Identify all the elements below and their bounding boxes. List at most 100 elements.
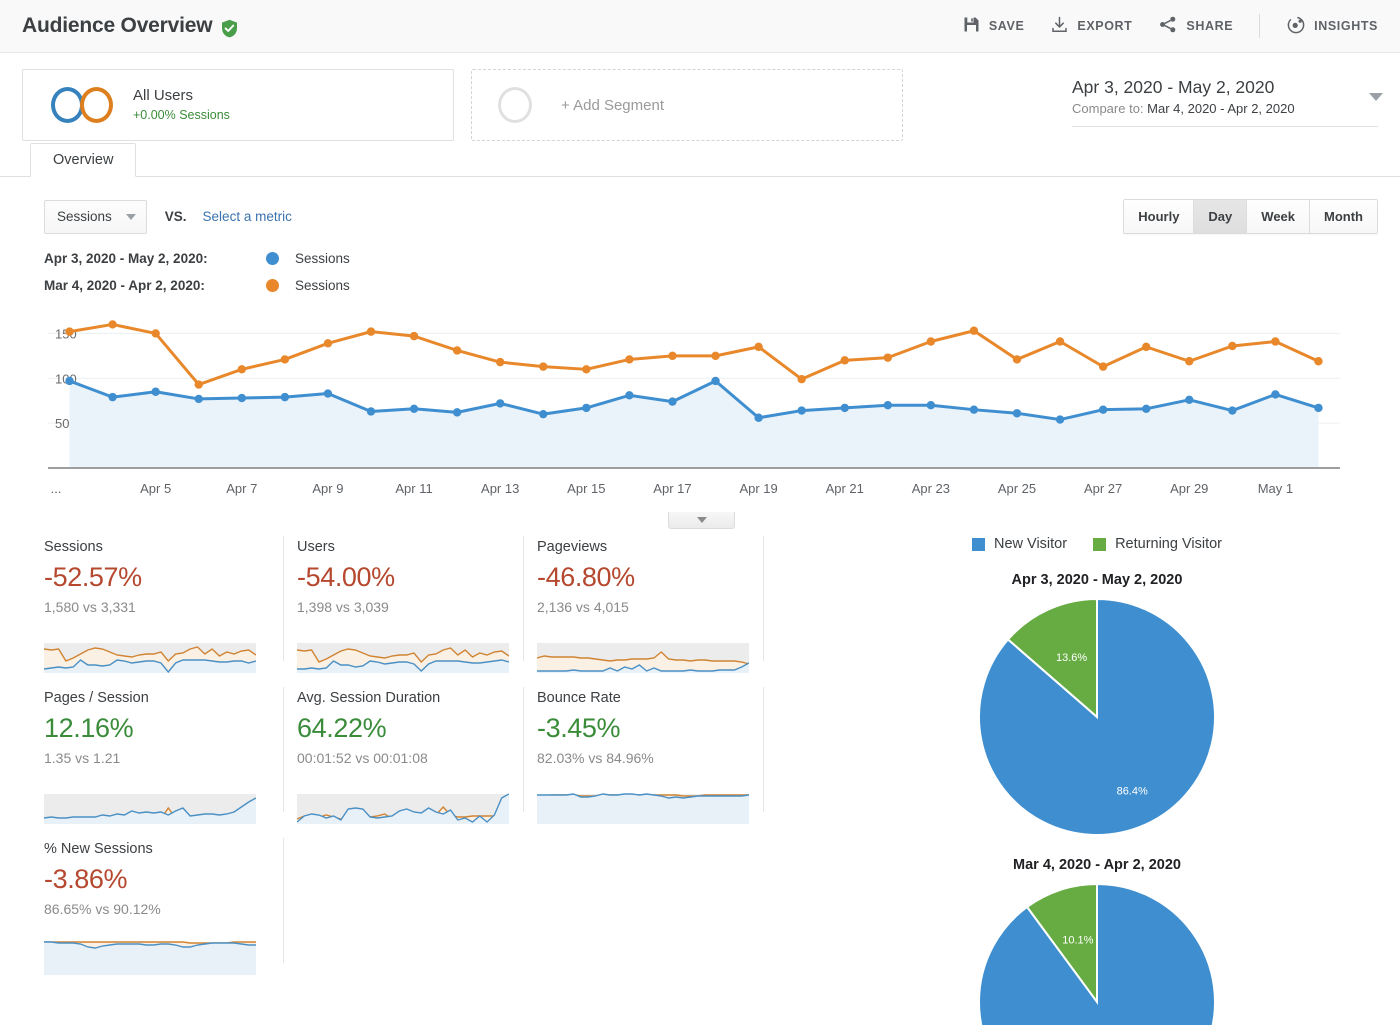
metric-select-value: Sessions [57, 209, 112, 224]
ring-orange-icon [80, 87, 113, 123]
svg-text:Apr 9: Apr 9 [312, 481, 343, 496]
svg-text:Apr 13: Apr 13 [481, 481, 519, 496]
select-a-metric-link[interactable]: Select a metric [203, 209, 292, 224]
page-header: Audience Overview SAVE EXPORT SHARE INSI… [0, 0, 1400, 53]
metric-card-sparkline [537, 793, 750, 824]
metric-card[interactable]: Bounce Rate -3.45% 82.03% vs 84.96% [524, 687, 764, 824]
svg-text:Apr 15: Apr 15 [567, 481, 605, 496]
empty-circle-icon [498, 87, 532, 123]
tab-overview[interactable]: Overview [30, 143, 137, 177]
share-icon [1159, 16, 1177, 36]
svg-text:Apr 19: Apr 19 [739, 481, 777, 496]
metric-card-sparkline [44, 941, 256, 975]
metric-card-row: Sessions -52.57% 1,580 vs 3,331 Users -54.00… [43, 536, 764, 687]
insights-button-label: INSIGHTS [1314, 19, 1378, 33]
add-segment-button[interactable]: + Add Segment [471, 69, 903, 141]
metric-card[interactable]: % New Sessions -3.86% 86.65% vs 90.12% [44, 838, 284, 975]
segment-sub: +0.00% Sessions [133, 108, 230, 122]
page-title: Audience Overview [22, 14, 213, 37]
save-icon [963, 16, 980, 36]
sessions-timeseries-chart[interactable]: 50 100 150... Apr 5 Apr 7 Apr 9 Apr 11 Apr 13 Ap… [0, 303, 1400, 503]
svg-text:Apr 17: Apr 17 [653, 481, 691, 496]
date-range-compare-prefix: Compare to: [1072, 101, 1148, 116]
metric-card-value: -54.00% [297, 562, 395, 592]
metric-card[interactable]: Pageviews -46.80% 2,136 vs 4,015 [524, 536, 764, 673]
date-range-compare: Compare to: Mar 4, 2020 - Apr 2, 2020 [1072, 99, 1378, 118]
svg-text:May 1: May 1 [1258, 481, 1293, 496]
segment-all-users[interactable]: All Users +0.00% Sessions [22, 69, 454, 141]
svg-text:86.4%: 86.4% [1117, 785, 1148, 797]
share-button[interactable]: SHARE [1159, 16, 1233, 36]
segment-bar: All Users +0.00% Sessions + Add Segment … [0, 53, 1400, 142]
svg-text:Apr 29: Apr 29 [1170, 481, 1208, 496]
header-actions: SAVE EXPORT SHARE INSIGHTS [936, 14, 1378, 38]
legend-dot-compare [266, 279, 279, 292]
metric-card[interactable]: Pages / Session 12.16% 1.35 vs 1.21 [43, 687, 284, 824]
metric-card-comparison: 82.03% vs 84.96% [537, 750, 654, 766]
export-button[interactable]: EXPORT [1051, 16, 1132, 36]
granularity-day[interactable]: Day [1194, 200, 1248, 233]
metric-card-value: -3.86% [44, 864, 128, 894]
metric-card[interactable]: Avg. Session Duration 64.22% 00:01:52 vs 0… [284, 687, 524, 824]
pie-chart-compare[interactable]: 10.1% [977, 882, 1217, 1025]
visitor-type-panel: New Visitor Returning Visitor Apr 3, 202… [764, 536, 1400, 1025]
metric-card-title: % New Sessions [44, 841, 153, 857]
segment-rings-icon [51, 87, 117, 123]
segment-name: All Users [133, 87, 194, 104]
chevron-down-icon [696, 517, 707, 523]
vs-label: VS. [164, 209, 187, 224]
metric-card-title: Pages / Session [44, 690, 149, 706]
insights-icon [1287, 16, 1305, 37]
date-range-picker[interactable]: Apr 3, 2020 - May 2, 2020 Compare to: Ma… [1072, 75, 1383, 127]
lower-section: Sessions -52.57% 1,580 vs 3,331 Users -54.00… [0, 536, 1400, 1025]
svg-text:...: ... [51, 481, 62, 496]
metric-card-value: 12.16% [44, 713, 134, 743]
pie-legend-new-visitor[interactable]: New Visitor [972, 536, 1067, 552]
pie-title-primary: Apr 3, 2020 - May 2, 2020 [1011, 572, 1183, 588]
legend-row-compare: Mar 4, 2020 - Apr 2, 2020: Sessions [44, 272, 1400, 299]
save-button[interactable]: SAVE [963, 16, 1025, 36]
metric-card-comparison: 00:01:52 vs 00:01:08 [297, 750, 428, 766]
granularity-month[interactable]: Month [1310, 200, 1377, 233]
legend-row-primary: Apr 3, 2020 - May 2, 2020: Sessions [44, 245, 1400, 272]
insights-button[interactable]: INSIGHTS [1287, 16, 1378, 37]
chevron-down-icon[interactable] [1369, 93, 1383, 101]
metric-card-row: Pages / Session 12.16% 1.35 vs 1.21 Avg. Se… [43, 687, 764, 838]
legend-dot-primary [266, 252, 279, 265]
svg-text:Apr 21: Apr 21 [826, 481, 864, 496]
metric-card-comparison: 1,580 vs 3,331 [44, 599, 136, 615]
metric-card-sparkline [536, 643, 750, 673]
metric-select[interactable]: Sessions [44, 199, 147, 234]
add-segment-label: + Add Segment [561, 96, 664, 114]
metric-card-value: -46.80% [537, 562, 635, 592]
metric-card[interactable]: Users -54.00% 1,398 vs 3,039 [284, 536, 524, 673]
granularity-hourly[interactable]: Hourly [1124, 200, 1195, 233]
export-button-label: EXPORT [1077, 19, 1133, 33]
chart-collapse-button[interactable] [668, 512, 735, 529]
svg-text:Apr 25: Apr 25 [998, 481, 1036, 496]
metric-card-sparkline [43, 794, 257, 824]
metric-card-comparison: 2,136 vs 4,015 [537, 599, 629, 615]
chart-legend: Apr 3, 2020 - May 2, 2020: Sessions Mar … [0, 237, 1400, 299]
metric-card-row: % New Sessions -3.86% 86.65% vs 90.12% [44, 838, 764, 989]
pie-legend-label-new: New Visitor [994, 536, 1068, 552]
metric-card-comparison: 1.35 vs 1.21 [44, 750, 121, 766]
legend-date-primary: Apr 3, 2020 - May 2, 2020: [44, 251, 208, 266]
metric-cards: Sessions -52.57% 1,580 vs 3,331 Users -54.00… [43, 536, 764, 1025]
metric-card-title: Users [297, 539, 335, 555]
share-button-label: SHARE [1186, 19, 1234, 33]
granularity-week[interactable]: Week [1247, 200, 1311, 233]
svg-text:50: 50 [55, 416, 69, 431]
legend-series-compare: Sessions [295, 278, 350, 293]
legend-series-primary: Sessions [295, 251, 350, 266]
header-divider [1259, 14, 1261, 38]
pie-legend-returning-visitor[interactable]: Returning Visitor [1093, 536, 1222, 552]
metric-card-sparkline [43, 643, 257, 674]
metric-card[interactable]: Sessions -52.57% 1,580 vs 3,331 [43, 536, 284, 674]
metric-card-comparison: 1,398 vs 3,039 [297, 599, 389, 615]
metric-card-title: Pageviews [537, 539, 608, 555]
metric-card-value: -52.57% [44, 562, 142, 592]
metric-card-title: Bounce Rate [537, 690, 621, 706]
pie-chart-primary[interactable]: 13.6% 86.4% [977, 597, 1217, 837]
svg-text:Apr 27: Apr 27 [1084, 481, 1122, 496]
